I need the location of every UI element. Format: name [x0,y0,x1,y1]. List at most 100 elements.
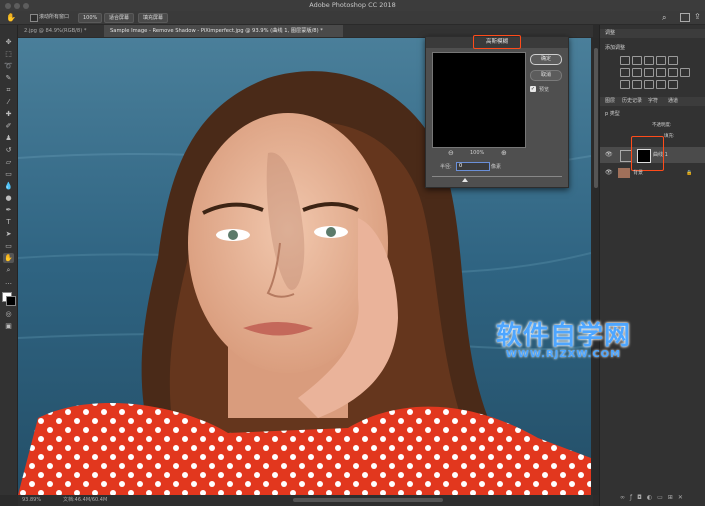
layers-panel-header: 图层 历史记录 字符 通道 [600,97,705,106]
workspace-icon[interactable] [680,13,690,22]
cancel-button[interactable]: 取消 [530,70,562,81]
threshold-icon[interactable] [644,80,654,89]
tab-layers[interactable]: 图层 [605,97,615,106]
tab-label: 2.jpg @ 84.9%(RGB/8) * [24,28,87,34]
selective-color-icon[interactable] [656,80,666,89]
search-icon[interactable]: ⌕ [662,13,666,23]
black-white-icon[interactable] [644,68,654,77]
photo-filter-icon[interactable] [656,68,666,77]
hand-tool-icon[interactable]: ✋ [6,13,16,22]
gaussian-blur-dialog: 高斯模糊 ⊖ 100% ⊕ 确定 取消 ✓ 预览 半径: 0 像素 [425,35,569,188]
screen-mode-icon[interactable]: ▣ [3,321,14,331]
document-size-readout[interactable]: 文档:46.4M/60.4M [63,495,107,506]
posterize-icon[interactable] [632,80,642,89]
scroll-all-windows-checkbox[interactable] [30,14,38,22]
fit-screen-button[interactable]: 适合屏幕 [104,13,135,23]
lasso-tool-icon[interactable]: ➰ [3,61,14,71]
marquee-tool-icon[interactable]: ⬚ [3,49,14,59]
scroll-thumb[interactable] [594,48,598,188]
preview-zoom-level: 100% [470,150,485,156]
layers-bottom-bar: ∞ƒ◘◐▭⊞✕ [620,494,700,502]
blur-tool-icon[interactable]: 💧 [3,181,14,191]
move-tool-icon[interactable]: ✥ [3,37,14,47]
channel-mixer-icon[interactable] [668,68,678,77]
crop-tool-icon[interactable]: ⌗ [3,85,14,95]
title-highlight-box [473,35,521,49]
zoom-readout[interactable]: 93.89% [22,495,41,506]
watermark-url-text: WWW.RJZXW.COM [505,349,622,360]
visibility-eye-icon[interactable]: 👁 [605,147,613,163]
window-title: Adobe Photoshop CC 2018 [309,1,396,9]
layer-row-background[interactable]: 👁 背景 🔒 [600,165,705,181]
link-layers-icon[interactable]: ∞ [620,494,630,501]
title-bar: Adobe Photoshop CC 2018 [0,0,705,11]
gradient-map-icon[interactable] [668,80,678,89]
color-lookup-icon[interactable] [680,68,690,77]
new-group-icon[interactable]: ▭ [657,494,668,501]
tab-character[interactable]: 字符 [648,97,658,106]
brightness-contrast-icon[interactable] [620,56,630,65]
tab-sample-image[interactable]: Sample Image - Remove Shadow - PiXimperf… [104,25,343,37]
color-balance-icon[interactable] [632,68,642,77]
radius-label: 半径: [440,164,452,170]
radius-slider-handle[interactable] [462,178,468,182]
more-tools-icon[interactable]: … [3,277,14,287]
fill-screen-button[interactable]: 填充屏幕 [138,13,169,23]
opacity-label: 不透明度: [652,123,672,128]
preview-checkbox[interactable]: ✓ [530,86,536,92]
add-adjustment-label: 添加调整 [605,45,626,51]
history-brush-tool-icon[interactable]: ↺ [3,145,14,155]
background-color-swatch[interactable] [6,296,16,306]
scroll-all-windows-label: 滚动所有窗口 [39,14,70,20]
healing-brush-tool-icon[interactable]: ✚ [3,109,14,119]
status-bar: 93.89% 文档:46.4M/60.4M [18,495,593,506]
hue-saturation-icon[interactable] [620,68,630,77]
tools-panel: ✥ ⬚ ➰ ✎ ⌗ ⁄ ✚ ✐ ♟ ↺ ▱ ▭ 💧 ● ✒ T ➤ ▭ ✋ ⌕ … [0,25,18,495]
adjustments-panel-header: 调整 [600,29,705,38]
curves-icon[interactable] [644,56,654,65]
pen-tool-icon[interactable]: ✒ [3,205,14,215]
quick-select-tool-icon[interactable]: ✎ [3,73,14,83]
shape-tool-icon[interactable]: ▭ [3,241,14,251]
tab-2-jpg[interactable]: 2.jpg @ 84.9%(RGB/8) * [18,25,108,37]
tab-adjustments[interactable]: 调整 [605,30,615,36]
eyedropper-tool-icon[interactable]: ⁄ [3,97,14,107]
zoom-in-icon[interactable]: ⊕ [501,149,507,157]
new-adjustment-icon[interactable]: ◐ [647,494,657,501]
hand-tool-button-icon[interactable]: ✋ [3,253,14,263]
options-bar: ✋ 滚动所有窗口 100% 适合屏幕 填充屏幕 ⌕ ⇪ [0,11,705,25]
horizontal-scrollbar[interactable] [293,498,443,502]
layer-thumbnail [618,168,630,178]
radius-slider-track[interactable] [432,176,562,177]
blur-preview-area[interactable] [432,52,526,148]
brush-tool-icon[interactable]: ✐ [3,121,14,131]
path-select-tool-icon[interactable]: ➤ [3,229,14,239]
ok-button[interactable]: 确定 [530,54,562,65]
add-mask-icon[interactable]: ◘ [637,494,647,501]
eraser-tool-icon[interactable]: ▱ [3,157,14,167]
radius-unit-label: 像素 [491,164,502,170]
delete-layer-icon[interactable]: ✕ [678,494,688,501]
visibility-eye-icon[interactable]: 👁 [605,165,613,181]
levels-icon[interactable] [632,56,642,65]
tab-history[interactable]: 历史记录 [622,97,642,106]
invert-icon[interactable] [620,80,630,89]
type-tool-icon[interactable]: T [3,217,14,227]
dodge-tool-icon[interactable]: ● [3,193,14,203]
share-icon[interactable]: ⇪ [694,12,701,21]
radius-input[interactable]: 0 [456,162,490,171]
gradient-tool-icon[interactable]: ▭ [3,169,14,179]
right-panels: 调整 添加调整 图层 历史记录 字符 通道 p 类型 不透明度: 填充: 👁 曲… [599,25,705,506]
tab-channels[interactable]: 通道 [668,97,678,106]
zoom-out-icon[interactable]: ⊖ [448,149,454,157]
zoom-tool-icon[interactable]: ⌕ [3,265,14,275]
vibrance-icon[interactable] [668,56,678,65]
zoom-100-button[interactable]: 100% [78,13,103,23]
exposure-icon[interactable] [656,56,666,65]
layer-kind-filter[interactable]: p 类型 [605,110,620,117]
site-watermark: 软件自学网 WWW.RJZXW.COM [496,323,631,360]
clone-stamp-tool-icon[interactable]: ♟ [3,133,14,143]
quick-mask-icon[interactable]: ◎ [3,309,14,319]
new-layer-icon[interactable]: ⊞ [668,494,678,501]
layer-name: 背景 [633,170,644,176]
